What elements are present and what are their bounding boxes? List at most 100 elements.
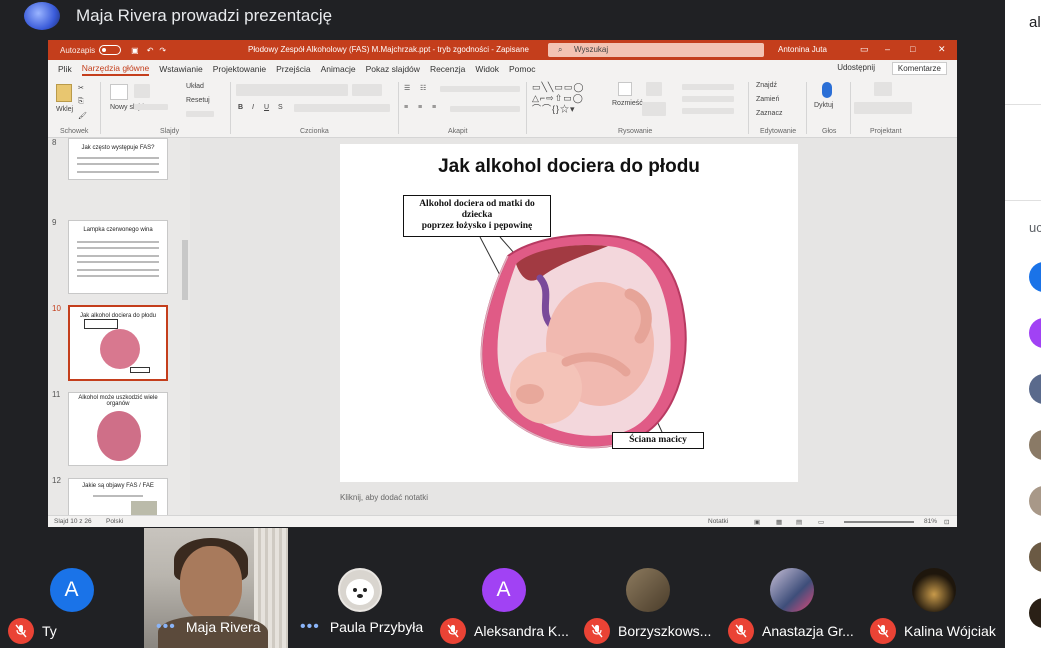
participant-avatar[interactable] — [1029, 262, 1041, 292]
bold-icon[interactable]: B — [238, 104, 243, 111]
select-button[interactable]: Zaznacz — [756, 110, 782, 117]
participant-tile-kalina[interactable]: Kalina Wójciak — [862, 528, 1005, 648]
participant-avatar[interactable] — [1029, 486, 1041, 516]
zoom-slider[interactable] — [844, 521, 914, 523]
participant-name: Aleksandra K... — [474, 623, 569, 639]
language-indicator[interactable]: Polski — [106, 518, 123, 525]
undo-icon[interactable]: ↶ — [147, 46, 154, 55]
participant-avatar[interactable] — [1029, 318, 1041, 348]
quick-styles-icon[interactable] — [646, 82, 662, 96]
participant-tile-borzyszkowska[interactable]: Borzyszkows... — [576, 528, 719, 648]
slide-thumbnail[interactable]: Alkohol może uszkodzić wiele organów — [68, 392, 168, 466]
tab-slideshow[interactable]: Pokaz slajdów — [366, 64, 420, 74]
reuse-slides-icon[interactable] — [134, 84, 150, 98]
tab-review[interactable]: Recenzja — [430, 64, 465, 74]
tab-help[interactable]: Pomoc — [509, 64, 535, 74]
autosave-toggle[interactable] — [99, 45, 122, 55]
shape-outline[interactable] — [682, 96, 734, 102]
participant-tile-anastazja[interactable]: Anastazja Gr... — [720, 528, 863, 648]
copy-icon[interactable]: ⎘ — [78, 98, 84, 106]
shape-effects[interactable] — [682, 108, 734, 114]
slide-thumbnail-selected[interactable]: Jak alkohol dociera do płodu — [68, 305, 168, 381]
search-icon: ⌕ — [558, 45, 563, 54]
thumbnail-scrollbar[interactable] — [182, 240, 188, 300]
search-input[interactable]: ⌕ Wyszukaj — [548, 43, 764, 57]
notes-toggle[interactable]: Notatki — [708, 518, 728, 525]
section-button[interactable] — [186, 111, 214, 117]
ribbon-display-icon[interactable]: ▭ — [860, 44, 869, 55]
layout-button[interactable]: Układ — [186, 83, 204, 90]
participant-avatar[interactable] — [1029, 598, 1041, 628]
shape-fill[interactable] — [682, 84, 734, 90]
participant-tile-self[interactable]: A Ty — [0, 528, 143, 648]
paragraph-tools[interactable] — [450, 106, 520, 112]
shared-screen-powerpoint: Autozapis ▣ ↶ ↷ Płodowy Zespół Alkoholow… — [48, 40, 957, 527]
cut-icon[interactable]: ✂ — [78, 84, 84, 92]
reset-button[interactable]: Resetuj — [186, 97, 210, 104]
zoom-level[interactable]: 81% — [924, 518, 937, 525]
tab-insert[interactable]: Wstawianie — [159, 64, 202, 74]
bullets-icon[interactable]: ☰ — [404, 84, 410, 92]
dictate-button[interactable]: Dyktuj — [814, 102, 833, 109]
reading-view-icon[interactable]: ▤ — [796, 518, 802, 526]
replace-button[interactable]: Zamień — [756, 96, 779, 103]
avatar-photo — [911, 568, 956, 612]
share-button[interactable]: Udostępnij — [837, 63, 875, 72]
align-center-icon[interactable]: ≡ — [418, 104, 422, 111]
participant-tile-aleksandra[interactable]: A Aleksandra K... — [432, 528, 575, 648]
find-button[interactable]: Znajdź — [756, 82, 777, 89]
close-icon[interactable]: ✕ — [938, 44, 946, 55]
notes-placeholder[interactable]: Kliknij, aby dodać notatki — [340, 493, 428, 502]
align-right-icon[interactable]: ≡ — [432, 104, 436, 111]
tab-design[interactable]: Projektowanie — [213, 64, 266, 74]
participant-avatar[interactable] — [1029, 374, 1041, 404]
font-size-select[interactable] — [352, 84, 382, 96]
fit-slide-icon[interactable]: ⊡ — [944, 518, 949, 526]
slide-thumbnail[interactable]: Jak często występuje FAS? — [68, 138, 168, 180]
sorter-view-icon[interactable]: ▦ — [776, 518, 782, 526]
maximize-icon[interactable]: □ — [910, 44, 915, 54]
slide-thumbnail[interactable]: Lampka czerwonego wina — [68, 220, 168, 294]
thumb-number: 8 — [52, 138, 57, 147]
italic-icon[interactable]: I — [252, 104, 254, 111]
numbering-icon[interactable]: ☷ — [420, 84, 426, 92]
design-ideas-icon[interactable] — [874, 82, 892, 96]
slideshow-icon[interactable]: ▭ — [818, 518, 824, 526]
user-name[interactable]: Antonina Juta — [778, 45, 827, 54]
paste-label[interactable]: Wklej — [56, 106, 73, 113]
microphone-icon[interactable] — [822, 82, 832, 98]
font-tools[interactable] — [294, 104, 390, 112]
current-slide[interactable]: Jak alkohol dociera do płodu Alkohol doc… — [340, 144, 798, 482]
normal-view-icon[interactable]: ▣ — [754, 518, 760, 526]
comments-button[interactable]: Komentarze — [891, 62, 947, 75]
save-icon[interactable]: ▣ — [131, 46, 139, 55]
participant-tile-paula[interactable]: ••• Paula Przybyła — [288, 528, 431, 648]
format-painter-icon[interactable]: 🖌 — [78, 112, 87, 120]
font-family-select[interactable] — [236, 84, 348, 96]
paragraph-tools[interactable] — [440, 86, 520, 92]
tab-view[interactable]: Widok — [475, 64, 499, 74]
participant-name: Ty — [42, 623, 57, 639]
new-slide-icon[interactable] — [110, 84, 128, 100]
tab-transitions[interactable]: Przejścia — [276, 64, 310, 74]
thumb-text-line — [93, 495, 143, 497]
arrange-icon[interactable] — [618, 82, 632, 96]
participant-avatar[interactable] — [1029, 542, 1041, 572]
paste-icon[interactable] — [56, 84, 72, 102]
file-name: Płodowy Zespół Alkoholowy (FAS) M.Majchr… — [248, 45, 530, 54]
shapes-gallery[interactable]: ▭╲╲▭▭◯ △⌐⇨⇧▭◯ ⌒⌒{}☆▾ — [532, 82, 584, 115]
callout-placenta: Alkohol dociera od matki do dziecka popr… — [403, 195, 551, 237]
participant-avatar[interactable] — [1029, 430, 1041, 460]
tab-file[interactable]: Plik — [58, 64, 72, 74]
tab-home[interactable]: Narzędzia główne — [81, 63, 150, 76]
minimize-icon[interactable]: – — [885, 44, 890, 54]
redo-icon[interactable]: ↷ — [159, 46, 166, 55]
underline-icon[interactable]: U — [264, 104, 269, 111]
editor-scrollbar[interactable] — [947, 138, 955, 515]
tab-animations[interactable]: Animacje — [321, 64, 356, 74]
align-left-icon[interactable]: ≡ — [404, 104, 408, 111]
participant-video-maja[interactable] — [144, 528, 288, 648]
strikethrough-icon[interactable]: S — [278, 104, 283, 111]
slide-thumbnail[interactable]: Jakie są objawy FAS / FAE — [68, 478, 168, 515]
arrange-label[interactable]: Rozmieść — [612, 100, 643, 107]
